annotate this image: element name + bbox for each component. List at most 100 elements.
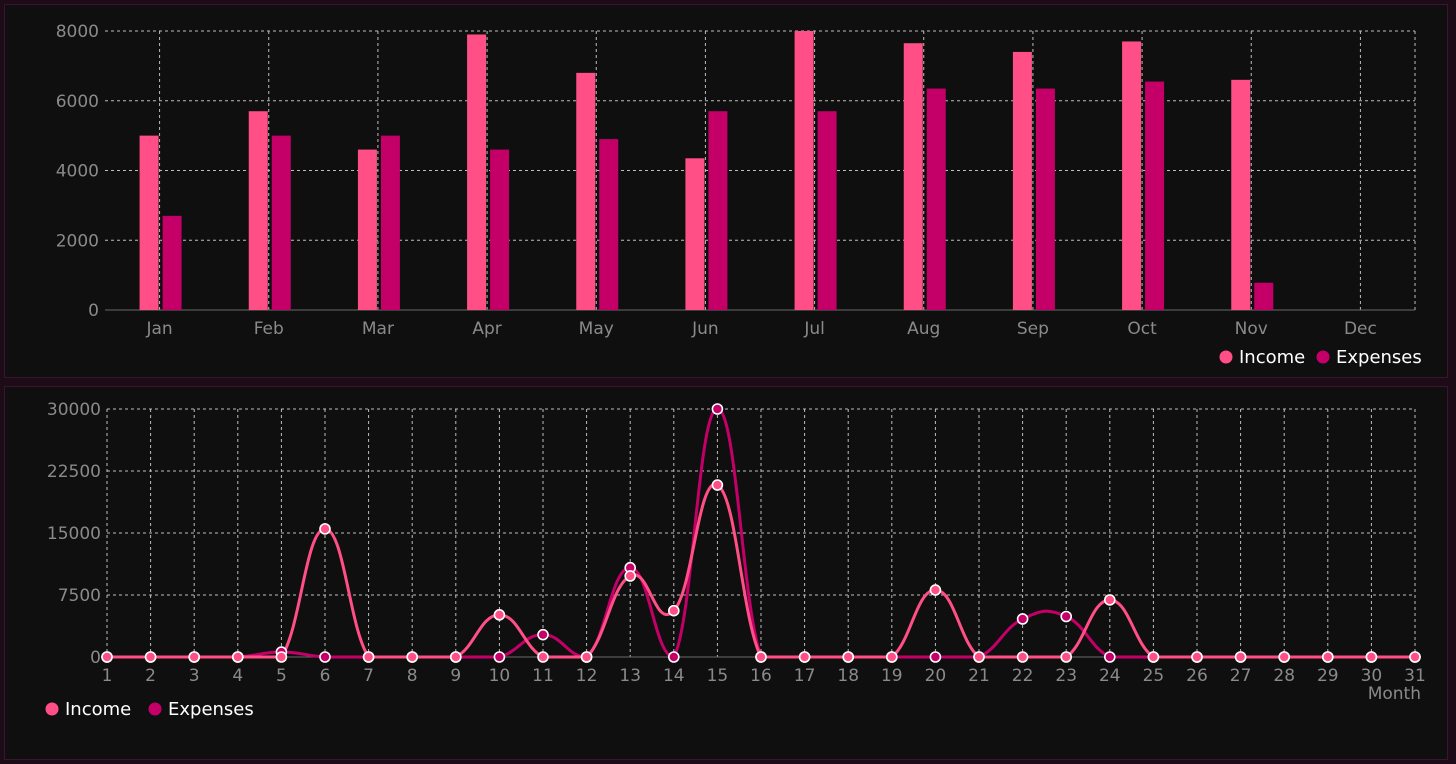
x-tick-label: 31: [1404, 666, 1426, 686]
point-income: [667, 604, 680, 617]
point-income: [1322, 651, 1334, 663]
bar-expenses: [708, 111, 728, 311]
y-tick-label: 8000: [56, 22, 99, 42]
x-tick-label: 24: [1099, 666, 1121, 686]
point-income: [1104, 594, 1116, 606]
bar-expenses: [1035, 88, 1055, 310]
bar-income: [794, 31, 814, 310]
y-tick-label: 30000: [47, 400, 101, 420]
point-expenses: [1016, 613, 1029, 625]
point-expenses: [537, 628, 549, 641]
x-tick-label: 28: [1273, 666, 1295, 686]
x-tick-label: 26: [1186, 666, 1208, 686]
point-income: [1365, 651, 1378, 663]
x-tick-label: 15: [707, 666, 729, 686]
x-tick-label: 14: [663, 666, 685, 686]
x-tick-label: 30: [1361, 666, 1383, 686]
legend-label-income: Income: [65, 699, 131, 720]
x-tick-label: Sep: [1017, 319, 1049, 339]
point-expenses: [1060, 610, 1072, 623]
x-tick-label: 2: [145, 666, 156, 686]
bar-income: [685, 158, 705, 310]
x-tick-label: 1: [102, 666, 113, 686]
x-tick-label: Apr: [472, 319, 501, 339]
bar-expenses: [380, 135, 400, 310]
point-income: [406, 651, 419, 663]
y-tick-label: 7500: [58, 586, 101, 606]
bar-expenses: [817, 111, 837, 311]
bar-income: [467, 34, 487, 311]
x-tick-label: 6: [320, 666, 331, 686]
x-tick-label: 3: [189, 666, 200, 686]
x-tick-label: 10: [489, 666, 511, 686]
point-income: [973, 651, 985, 663]
daily-line-chart-panel: 0 7500 15000 22500 30000 1 2 3 4 5 6 7 8 9 10 11 12 13 14 1…: [4, 386, 1448, 760]
x-tick-label: 20: [925, 666, 947, 686]
legend-label-expenses: Expenses: [1336, 347, 1422, 368]
legend-marker-expenses: [1316, 350, 1330, 364]
point-income: [493, 609, 506, 621]
x-tick-label: 25: [1143, 666, 1165, 686]
point-income: [144, 651, 157, 663]
x-tick-label: 7: [363, 666, 374, 686]
x-tick-label: 5: [276, 666, 287, 686]
x-tick-label: Jan: [145, 319, 172, 339]
point-income: [275, 651, 288, 663]
point-income: [842, 651, 855, 663]
point-income: [1147, 651, 1160, 663]
point-income: [537, 651, 549, 663]
x-tick-label: Aug: [907, 319, 940, 339]
x-tick-label: 9: [450, 666, 461, 686]
legend-label-income: Income: [1239, 347, 1305, 368]
y-tick-label: 2000: [56, 231, 99, 251]
x-tick-label: 11: [532, 666, 554, 686]
bar-expenses: [599, 139, 619, 310]
x-tick-label: May: [579, 319, 614, 339]
bar-income: [903, 43, 923, 311]
bar-income: [1012, 51, 1032, 311]
point-income: [1016, 651, 1029, 663]
point-income: [1409, 651, 1421, 663]
bar-income: [1122, 41, 1142, 311]
point-income: [1234, 651, 1247, 663]
point-income: [755, 651, 767, 663]
point-income: [362, 651, 375, 663]
monthly-bar-chart: 0 2000 4000 6000 8000 Jan Feb Mar Apr May Jun Jul Au…: [56, 22, 1422, 368]
point-income: [188, 651, 200, 663]
bar-income: [1231, 79, 1251, 310]
x-tick-label: Oct: [1127, 319, 1157, 339]
y-tick-label: 6000: [56, 92, 99, 112]
y-tick-label: 15000: [47, 524, 101, 544]
x-tick-label: Jul: [803, 319, 825, 339]
x-tick-label: 21: [968, 666, 990, 686]
bar-income: [357, 149, 377, 310]
point-income: [798, 651, 811, 663]
y-tick-label: 22500: [47, 462, 101, 482]
x-tick-label: 4: [232, 666, 243, 686]
point-income: [580, 651, 593, 663]
bar-expenses: [490, 149, 510, 310]
point-expenses: [319, 651, 331, 663]
x-axis-title: Month: [1368, 684, 1421, 704]
x-tick-label: 18: [837, 666, 859, 686]
bar-expenses: [1145, 81, 1165, 310]
point-income: [101, 651, 113, 663]
x-tick-label: Nov: [1235, 319, 1268, 339]
y-tick-label: 0: [90, 648, 101, 668]
bar-expenses: [271, 135, 291, 310]
legend-marker-income: [45, 702, 59, 716]
bar-income: [248, 111, 268, 311]
point-income: [449, 651, 462, 663]
x-tick-label: 22: [1012, 666, 1034, 686]
point-expenses: [929, 651, 942, 663]
x-tick-label: 19: [881, 666, 903, 686]
daily-line-chart: 075001500022500300001 2 3 4 5 6 7 8 9 10 11 12 13 14 1…: [45, 400, 1426, 720]
point-income: [1278, 651, 1290, 663]
point-income: [319, 523, 331, 535]
point-income: [232, 651, 244, 663]
bar-income: [139, 135, 159, 310]
x-tick-label: 8: [407, 666, 418, 686]
legend-marker-expenses: [148, 702, 162, 716]
x-tick-label: 17: [794, 666, 816, 686]
point-income: [1060, 651, 1072, 663]
